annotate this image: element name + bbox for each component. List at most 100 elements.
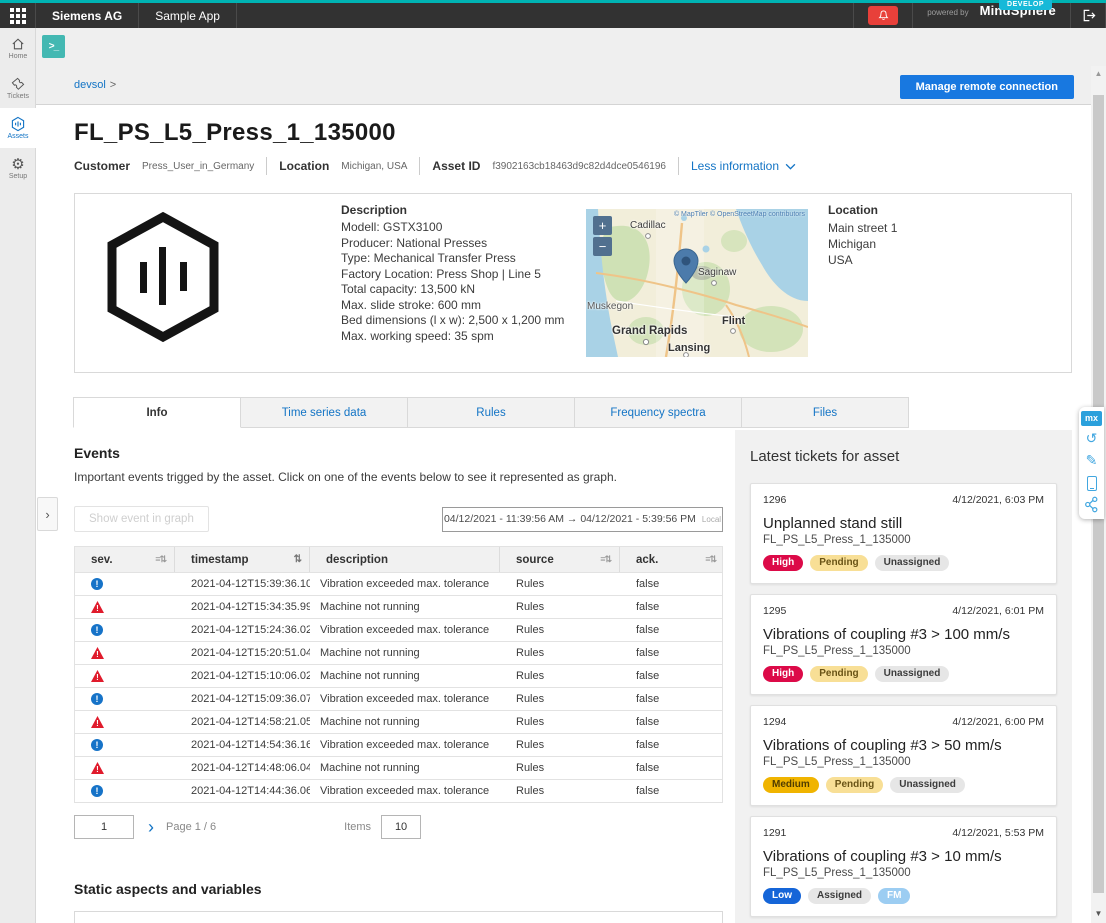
event-description: Machine not running [310,665,500,687]
event-row[interactable]: 2021-04-12T14:44:36.060Z Vibration excee… [75,780,722,803]
tickets-panel-title: Latest tickets for asset [750,448,1057,465]
event-row[interactable]: 2021-04-12T15:20:51.043Z Machine not run… [75,642,722,665]
ticket-card[interactable]: 1295 4/12/2021, 6:01 PM Vibrations of co… [750,594,1057,695]
event-row[interactable]: 2021-04-12T15:39:36.101Z Vibration excee… [75,573,722,596]
aspect-status-expander[interactable]: + Aspect: status [74,911,723,923]
less-information-toggle[interactable]: Less information [691,159,796,173]
sidebar-item-label: Assets [7,133,28,140]
event-row[interactable]: 2021-04-12T15:24:36.025Z Vibration excee… [75,619,722,642]
show-event-in-graph-button[interactable]: Show event in graph [74,506,209,532]
next-page-button[interactable]: › [148,818,154,836]
scroll-down-arrow[interactable]: ▼ [1091,909,1106,918]
description-line: Max. slide stroke: 600 mm [341,298,586,314]
event-description: Machine not running [310,642,500,664]
description-line: Producer: National Presses [341,236,586,252]
column-header-severity[interactable]: sev.≡⇅ [75,547,175,572]
mendix-logo[interactable]: mx [1081,411,1102,426]
map-city-label: Flint [722,315,745,327]
map-city-label: Saginaw [698,267,736,278]
scroll-up-arrow[interactable]: ▲ [1091,69,1106,78]
event-row[interactable]: 2021-04-12T15:10:06.027Z Machine not run… [75,665,722,688]
tab-files[interactable]: Files [742,397,909,428]
page-number-input[interactable] [74,815,134,839]
share-icon[interactable] [1084,496,1099,513]
description-line: Factory Location: Press Shop | Line 5 [341,267,586,283]
app-name-tab[interactable]: Sample App [139,3,237,28]
event-row[interactable]: 2021-04-12T14:54:36.167Z Vibration excee… [75,734,722,757]
filter-sort-icon[interactable]: ≡⇅ [600,554,611,565]
severity-icon [91,647,104,659]
notifications-button[interactable] [853,3,913,28]
tab-rules[interactable]: Rules [408,397,575,428]
column-header-source[interactable]: source≡⇅ [500,547,620,572]
filter-sort-icon[interactable]: ≡⇅ [705,554,716,565]
ticket-asset-name: FL_PS_L5_Press_1_135000 [763,756,1044,768]
logout-button[interactable] [1070,3,1106,28]
column-header-description[interactable]: description [310,547,500,572]
map-city-label: Grand Rapids [612,325,687,337]
asset-id-label: Asset ID [432,159,480,173]
severity-icon [91,578,103,590]
sidebar-item-tickets[interactable]: Tickets [0,68,36,108]
ticket-card[interactable]: 1296 4/12/2021, 6:03 PM Unplanned stand … [750,483,1057,584]
severity-icon [91,762,104,774]
items-per-page-input[interactable] [381,815,421,839]
top-bar: Siemens AG Sample App powered by MindSph… [0,3,1106,28]
logout-icon [1080,7,1097,24]
event-timestamp: 2021-04-12T15:39:36.101Z [175,573,310,595]
ticket-card[interactable]: 1294 4/12/2021, 6:00 PM Vibrations of co… [750,705,1057,806]
sync-feedback-icon[interactable]: ↺ [1079,430,1104,448]
severity-icon [91,716,104,728]
location-map[interactable]: © MapTiler © OpenStreetMap contributors … [586,209,808,357]
events-table-header: sev.≡⇅ timestamp⇅ description source≡⇅ a… [75,547,722,573]
page-count-label: Page 1 / 6 [166,821,216,833]
date-range-value: 04/12/2021 - 11:39:56 AM → 04/12/2021 - … [444,513,696,525]
manage-remote-connection-button[interactable]: Manage remote connection [900,75,1074,99]
event-row[interactable]: 2021-04-12T14:58:21.056Z Machine not run… [75,711,722,734]
edit-pencil-icon[interactable]: ✎ [1079,452,1104,470]
breadcrumb-separator: > [110,79,116,91]
breadcrumb-root-link[interactable]: devsol [74,79,106,91]
map-city-label: Lansing [668,342,710,354]
gear-icon: ⚙ [11,157,24,172]
app-launcher-button[interactable] [0,3,36,28]
tab-info[interactable]: Info [73,397,241,428]
ticket-card[interactable]: 1291 4/12/2021, 5:53 PM Vibrations of co… [750,816,1057,917]
ticket-datetime: 4/12/2021, 6:00 PM [952,716,1044,728]
map-zoom-in-button[interactable]: + [593,216,612,235]
meta-divider [266,157,267,175]
date-range-picker[interactable]: 04/12/2021 - 11:39:56 AM → 04/12/2021 - … [442,507,723,532]
filter-sort-icon[interactable]: ≡⇅ [155,554,166,565]
asset-meta-row: Customer Press_User_in_Germany Location … [74,157,796,175]
tab-time-series-data[interactable]: Time series data [241,397,408,428]
event-timestamp: 2021-04-12T14:44:36.060Z [175,780,310,802]
sidebar-item-assets[interactable]: Assets [0,108,36,148]
sort-icon[interactable]: ⇅ [294,554,301,565]
location-value: Michigan, USA [341,161,407,172]
event-row[interactable]: 2021-04-12T14:48:06.047Z Machine not run… [75,757,722,780]
develop-badge: DEVELOP [999,0,1052,10]
sidebar-item-home[interactable]: Home [0,28,36,68]
ticket-id: 1296 [763,494,786,506]
column-header-ack[interactable]: ack.≡⇅ [620,547,724,572]
event-timestamp: 2021-04-12T15:20:51.043Z [175,642,310,664]
column-header-timestamp[interactable]: timestamp⇅ [175,547,310,572]
event-row[interactable]: 2021-04-12T15:34:35.990Z Machine not run… [75,596,722,619]
severity-icon [91,693,103,705]
tenant-name[interactable]: Siemens AG [36,3,139,28]
event-ack: false [620,642,724,664]
sidebar-item-setup[interactable]: ⚙ Setup [0,148,36,188]
panel-expander-button[interactable]: › [37,497,58,531]
timezone-label: Local [702,515,721,524]
event-ack: false [620,757,724,779]
description-line: Max. working speed: 35 spm [341,329,586,345]
tab-frequency-spectra[interactable]: Frequency spectra [575,397,742,428]
breadcrumb: devsol > [74,79,116,91]
event-row[interactable]: 2021-04-12T15:09:36.073Z Vibration excee… [75,688,722,711]
map-zoom-out-button[interactable]: − [593,237,612,256]
terminal-shortcut-icon[interactable]: >_ [42,35,65,58]
address-line: Michigan [828,236,897,252]
device-preview-icon[interactable] [1087,476,1097,491]
event-description: Machine not running [310,596,500,618]
severity-icon [91,739,103,751]
